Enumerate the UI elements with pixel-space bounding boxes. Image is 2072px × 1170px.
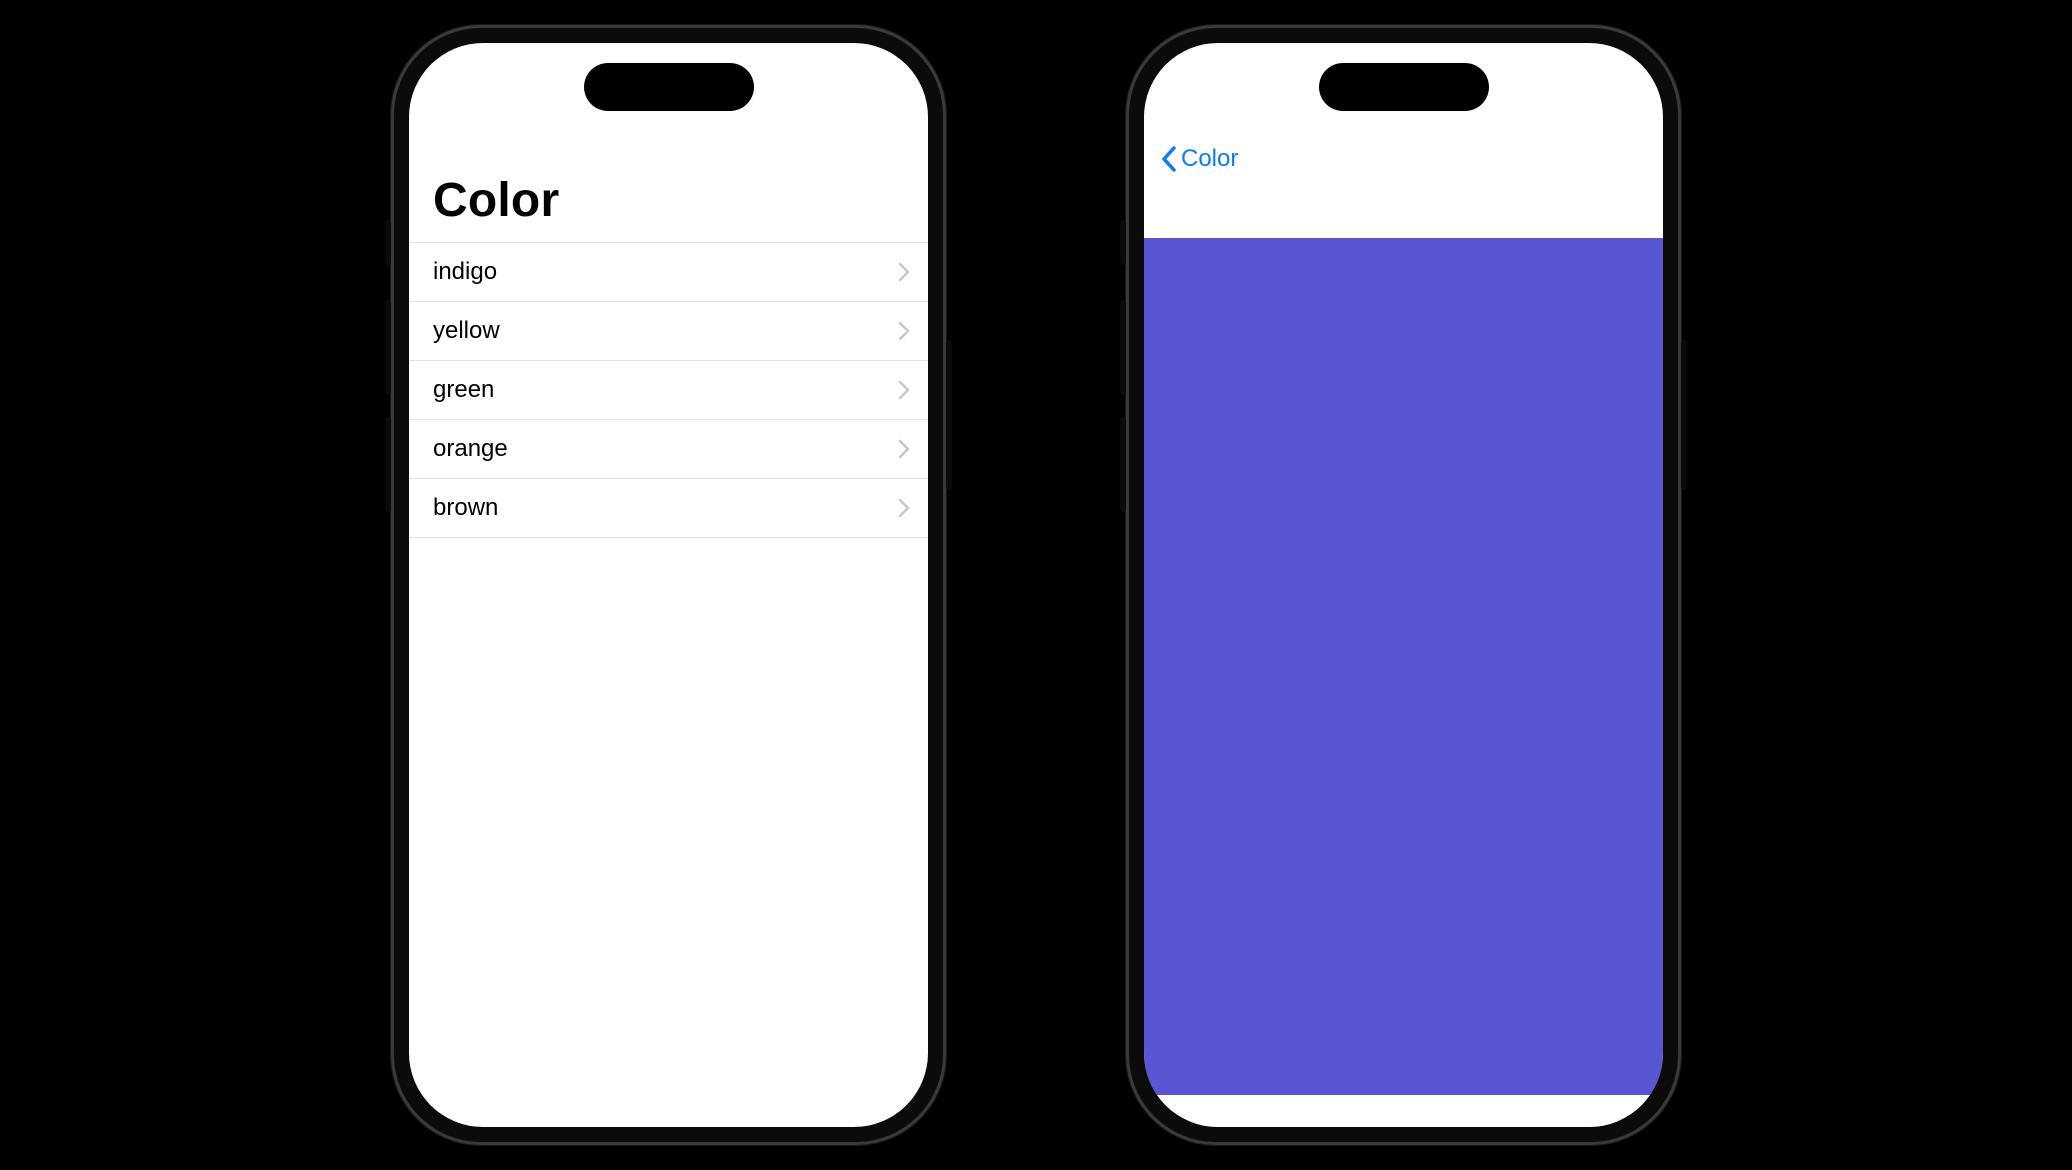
phone-side-button: [946, 340, 952, 490]
chevron-left-icon: [1160, 145, 1177, 173]
list-item-orange[interactable]: orange: [409, 419, 928, 478]
back-button-label: Color: [1181, 145, 1238, 173]
phone-mockup-detail: Color: [1126, 25, 1681, 1145]
list-item-label: green: [433, 376, 494, 404]
phone-side-button: [385, 220, 391, 265]
phone-side-button: [385, 417, 391, 512]
chevron-right-icon: [898, 439, 910, 459]
home-indicator-area: [1144, 1095, 1663, 1127]
list-item-label: yellow: [433, 317, 500, 345]
list-item-brown[interactable]: brown: [409, 478, 928, 538]
list-item-label: brown: [433, 494, 498, 522]
phone-side-button: [1120, 220, 1126, 265]
dynamic-island: [1319, 63, 1489, 111]
color-swatch: [1144, 238, 1663, 1095]
chevron-right-icon: [898, 498, 910, 518]
phone-side-button: [1681, 340, 1687, 490]
page-title: Color: [409, 173, 928, 238]
chevron-right-icon: [898, 321, 910, 341]
phone-side-button: [385, 300, 391, 395]
color-list: indigo yellow green: [409, 242, 928, 538]
chevron-right-icon: [898, 262, 910, 282]
phone-side-button: [1120, 417, 1126, 512]
list-item-label: orange: [433, 435, 508, 463]
chevron-right-icon: [898, 380, 910, 400]
list-item-yellow[interactable]: yellow: [409, 301, 928, 360]
list-item-green[interactable]: green: [409, 360, 928, 419]
phone-screen: Color: [1144, 43, 1663, 1127]
list-item-indigo[interactable]: indigo: [409, 242, 928, 301]
detail-screen: Color: [1144, 43, 1663, 1127]
phone-mockup-list: Color indigo yellow green: [391, 25, 946, 1145]
list-item-label: indigo: [433, 258, 497, 286]
dynamic-island: [584, 63, 754, 111]
list-screen: Color indigo yellow green: [409, 43, 928, 1127]
back-button[interactable]: Color: [1154, 141, 1244, 177]
phone-side-button: [1120, 300, 1126, 395]
phone-screen: Color indigo yellow green: [409, 43, 928, 1127]
